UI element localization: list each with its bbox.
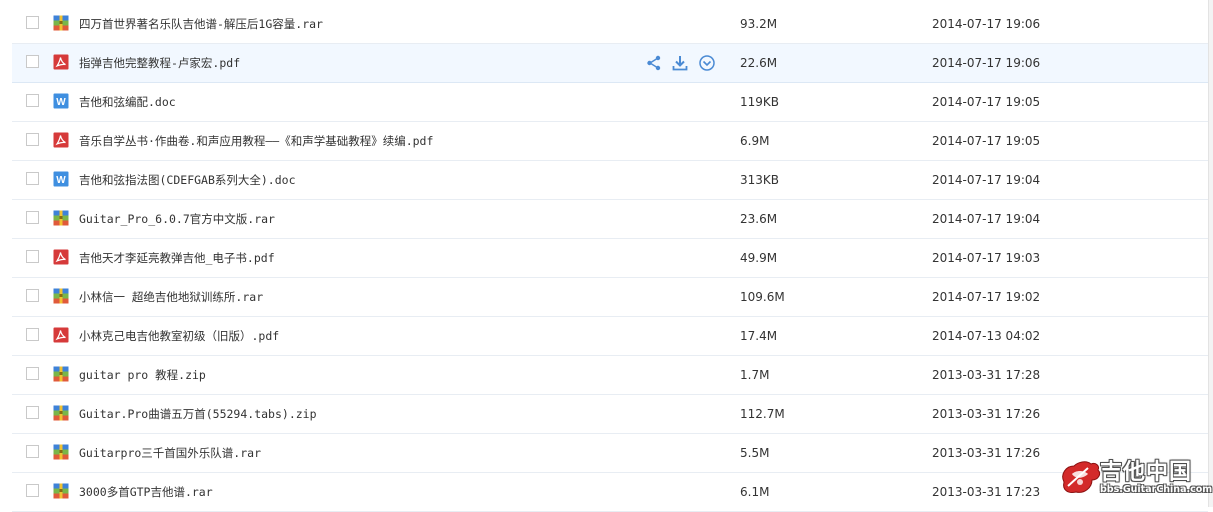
file-row[interactable]: 音乐自学丛书·作曲卷.和声应用教程——《和声学基础教程》续编.pdf 6.9M 20… <box>12 122 1208 161</box>
scrollbar[interactable] <box>1208 0 1213 507</box>
file-row[interactable]: Guitarpro三千首国外乐队谱.rar 5.5M 2013-03-31 17:2… <box>12 434 1208 473</box>
share-icon <box>645 54 663 72</box>
guitarchina-watermark: 吉他中国 bbs.GuitarChina.com <box>1058 452 1212 502</box>
row-checkbox[interactable] <box>26 172 39 185</box>
file-row[interactable]: W 吉他和弦指法图(CDEFGAB系列大全).doc 313KB 2014-07-17… <box>12 161 1208 200</box>
file-date: 2014-07-17 19:05 <box>932 95 1041 109</box>
row-checkbox[interactable] <box>26 328 39 341</box>
file-size: 109.6M <box>740 290 785 304</box>
file-name[interactable]: Guitar_Pro_6.0.7官方中文版.rar <box>79 200 275 238</box>
file-row[interactable]: 四万首世界著名乐队吉他谱-解压后1G容量.rar 93.2M 2014-07-17 … <box>12 5 1208 44</box>
pdf-icon <box>53 132 69 148</box>
file-date: 2014-07-17 19:06 <box>932 17 1041 31</box>
pdf-icon <box>53 249 69 265</box>
archive-icon <box>53 288 69 304</box>
row-checkbox[interactable] <box>26 484 39 497</box>
guitar-logo-icon <box>1062 461 1101 493</box>
file-name[interactable]: Guitarpro三千首国外乐队谱.rar <box>79 434 261 472</box>
file-date: 2013-03-31 17:26 <box>932 407 1041 421</box>
more-dropdown-icon <box>698 54 716 72</box>
word-icon: W <box>53 93 69 109</box>
row-checkbox[interactable] <box>26 406 39 419</box>
file-size: 1.7M <box>740 368 770 382</box>
archive-icon <box>53 483 69 499</box>
file-size: 49.9M <box>740 251 778 265</box>
more-dropdown-button[interactable] <box>698 54 716 72</box>
file-row[interactable]: Guitar.Pro曲谱五万首(55294.tabs).zip 112.7M 201… <box>12 395 1208 434</box>
file-size: 17.4M <box>740 329 778 343</box>
file-size: 6.9M <box>740 134 770 148</box>
file-name[interactable]: 小林克己电吉他教室初级（旧版）.pdf <box>79 317 279 355</box>
file-name[interactable]: 吉他天才李延亮教弹吉他_电子书.pdf <box>79 239 275 277</box>
file-row[interactable]: 小林信一 超绝吉他地狱训练所.rar 109.6M 2014-07-17 19:02 <box>12 278 1208 317</box>
file-row[interactable]: guitar pro 教程.zip 1.7M 2013-03-31 17:28 <box>12 356 1208 395</box>
file-row[interactable]: 3000多首GTP吉他谱.rar 6.1M 2013-03-31 17:23 <box>12 473 1208 512</box>
row-checkbox[interactable] <box>26 289 39 302</box>
file-size: 119KB <box>740 95 780 109</box>
row-checkbox[interactable] <box>26 250 39 263</box>
file-size: 93.2M <box>740 17 778 31</box>
file-name[interactable]: 吉他和弦编配.doc <box>79 83 176 121</box>
file-date: 2014-07-13 04:02 <box>932 329 1041 343</box>
file-date: 2014-07-17 19:05 <box>932 134 1041 148</box>
file-row[interactable]: 小林克己电吉他教室初级（旧版）.pdf 17.4M 2014-07-13 04:02 <box>12 317 1208 356</box>
file-name[interactable]: 音乐自学丛书·作曲卷.和声应用教程——《和声学基础教程》续编.pdf <box>79 122 433 160</box>
file-date: 2014-07-17 19:04 <box>932 173 1041 187</box>
file-date: 2014-07-17 19:06 <box>932 56 1041 70</box>
row-checkbox[interactable] <box>26 16 39 29</box>
file-name[interactable]: 3000多首GTP吉他谱.rar <box>79 473 213 511</box>
share-button[interactable] <box>645 54 663 72</box>
file-size: 6.1M <box>740 485 770 499</box>
pdf-icon <box>53 54 69 70</box>
file-name[interactable]: 指弹吉他完整教程-卢家宏.pdf <box>79 44 240 82</box>
watermark-title: 吉他中国 <box>1100 460 1193 485</box>
archive-icon <box>53 444 69 460</box>
row-checkbox[interactable] <box>26 94 39 107</box>
pdf-icon <box>53 327 69 343</box>
file-name[interactable]: 吉他和弦指法图(CDEFGAB系列大全).doc <box>79 161 296 199</box>
file-size: 23.6M <box>740 212 778 226</box>
row-checkbox[interactable] <box>26 445 39 458</box>
file-row[interactable]: 吉他天才李延亮教弹吉他_电子书.pdf 49.9M 2014-07-17 19:03 <box>12 239 1208 278</box>
row-checkbox[interactable] <box>26 55 39 68</box>
row-checkbox[interactable] <box>26 133 39 146</box>
file-size: 313KB <box>740 173 780 187</box>
file-date: 2014-07-17 19:04 <box>932 212 1041 226</box>
file-row[interactable]: Guitar_Pro_6.0.7官方中文版.rar 23.6M 2014-07-17… <box>12 200 1208 239</box>
archive-icon <box>53 366 69 382</box>
archive-icon <box>53 15 69 31</box>
svg-text:W: W <box>56 175 66 186</box>
watermark-url: bbs.GuitarChina.com <box>1100 484 1213 495</box>
file-name[interactable]: 小林信一 超绝吉他地狱训练所.rar <box>79 278 263 316</box>
file-date: 2014-07-17 19:03 <box>932 251 1041 265</box>
file-name[interactable]: 四万首世界著名乐队吉他谱-解压后1G容量.rar <box>79 5 323 43</box>
download-button[interactable] <box>671 54 689 72</box>
file-row[interactable]: W 吉他和弦编配.doc 119KB 2014-07-17 19:05 <box>12 83 1208 122</box>
file-name[interactable]: guitar pro 教程.zip <box>79 356 206 394</box>
row-checkbox[interactable] <box>26 367 39 380</box>
svg-text:W: W <box>56 97 66 108</box>
archive-icon <box>53 405 69 421</box>
file-date: 2014-07-17 19:02 <box>932 290 1041 304</box>
file-date: 2013-03-31 17:28 <box>932 368 1041 382</box>
download-icon <box>671 54 689 72</box>
row-checkbox[interactable] <box>26 211 39 224</box>
file-date: 2013-03-31 17:23 <box>932 485 1041 499</box>
archive-icon <box>53 210 69 226</box>
file-size: 112.7M <box>740 407 785 421</box>
word-icon: W <box>53 171 69 187</box>
file-size: 5.5M <box>740 446 770 460</box>
file-name[interactable]: Guitar.Pro曲谱五万首(55294.tabs).zip <box>79 395 317 433</box>
file-size: 22.6M <box>740 56 778 70</box>
file-date: 2013-03-31 17:26 <box>932 446 1041 460</box>
file-row[interactable]: 指弹吉他完整教程-卢家宏.pdf 22.6M 2014-07-17 19:06 <box>12 44 1208 83</box>
file-list: 四万首世界著名乐队吉他谱-解压后1G容量.rar 93.2M 2014-07-17 … <box>12 5 1208 512</box>
